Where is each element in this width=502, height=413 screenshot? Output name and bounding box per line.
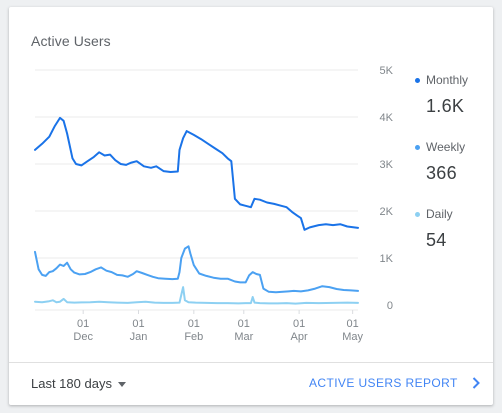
legend-value-daily: 54	[426, 230, 447, 250]
y-tick-label: 4K	[380, 112, 394, 124]
legend-label-monthly: Monthly	[426, 73, 469, 87]
legend-item-daily[interactable]: Daily 54	[415, 207, 491, 251]
x-tick-day: 01	[238, 318, 250, 330]
y-tick-label: 2K	[380, 206, 394, 218]
y-axis-ticks: 5K 4K 3K 2K 1K 0	[380, 65, 394, 312]
legend-item-weekly[interactable]: Weekly 366	[415, 140, 491, 184]
x-tick-day: 01	[132, 318, 144, 330]
legend-dot-weekly	[415, 144, 420, 150]
legend-label-weekly: Weekly	[426, 140, 466, 154]
x-tick-month: May	[342, 331, 363, 343]
active-users-card: Active Users 5K 4K 3K 2K 1K 0 01 Dec 01 Jan 01 Feb…	[9, 7, 493, 405]
x-tick-month: Jan	[130, 331, 148, 343]
x-tick-day: 01	[188, 318, 200, 330]
chevron-right-icon	[472, 377, 480, 389]
legend-label-daily: Daily	[426, 207, 453, 221]
x-tick-day: 01	[77, 318, 89, 330]
report-link-label: ACTIVE USERS REPORT	[309, 376, 458, 390]
legend-value-monthly: 1.6K	[426, 96, 465, 116]
legend-value-weekly: 366	[426, 163, 457, 183]
x-tick-month: Mar	[234, 331, 253, 343]
y-tick-label: 5K	[380, 65, 394, 77]
x-axis-ticks: 01Dec01Jan01Feb01Mar01Apr01May	[73, 310, 364, 343]
x-tick-day: 01	[293, 318, 305, 330]
date-range-label: Last 180 days	[31, 376, 112, 391]
x-tick-month: Dec	[73, 331, 93, 343]
y-tick-label: 1K	[380, 253, 394, 265]
y-tick-label: 3K	[380, 159, 394, 171]
active-users-report-link[interactable]: ACTIVE USERS REPORT	[309, 376, 480, 390]
legend-item-monthly[interactable]: Monthly 1.6K	[415, 73, 491, 117]
x-tick-month: Apr	[291, 331, 308, 343]
footer-divider	[9, 362, 493, 363]
series-line-monthly	[34, 116, 359, 231]
series-line-weekly	[34, 245, 359, 294]
y-tick-label: 0	[387, 300, 393, 312]
x-tick-month: Feb	[184, 331, 203, 343]
date-range-dropdown[interactable]: Last 180 days	[31, 376, 126, 391]
active-users-chart: 5K4K3K2K1K0 01Dec01Jan01Feb01Mar01Apr01M…	[34, 65, 394, 343]
legend-dot-daily	[415, 211, 420, 217]
x-tick-day: 01	[347, 318, 359, 330]
legend-dot-monthly	[415, 77, 420, 83]
caret-down-icon	[117, 381, 126, 387]
